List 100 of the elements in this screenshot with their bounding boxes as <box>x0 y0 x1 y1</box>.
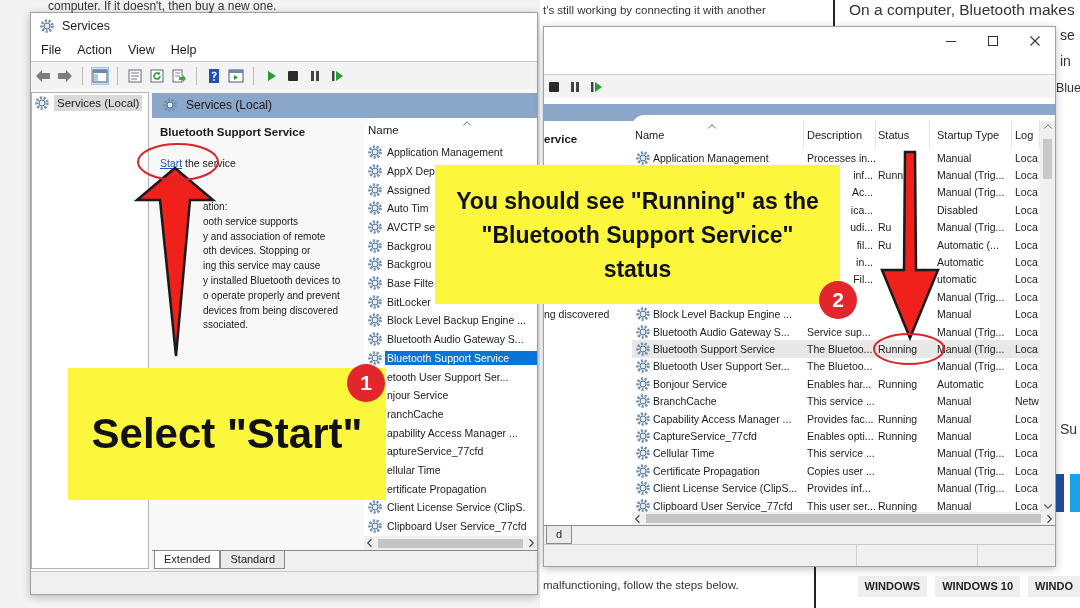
service-item[interactable]: Bluetooth User Support Ser... <box>653 360 790 373</box>
description-text: y installed Bluetooth devices to <box>203 273 342 288</box>
service-item[interactable]: Auto Tim <box>385 201 431 216</box>
table-cell-text: Loca <box>1014 272 1039 288</box>
service-item[interactable]: etooth User Support Ser... <box>385 369 511 384</box>
help-icon[interactable] <box>206 67 222 84</box>
gear-icon <box>34 95 50 111</box>
refresh-icon[interactable] <box>149 67 165 84</box>
service-item[interactable]: BranchCache <box>653 395 717 408</box>
table-cell-text: Manual (Trig... <box>936 289 1006 305</box>
gear-icon <box>162 97 178 114</box>
tag-link[interactable]: WINDO <box>1028 576 1080 597</box>
service-item[interactable]: Bluetooth Audio Gateway S... <box>385 332 526 347</box>
service-item[interactable]: Application Management <box>653 151 769 164</box>
gear-icon <box>367 312 383 329</box>
service-item[interactable]: Client License Service (ClipS. <box>385 500 528 515</box>
table-cell-text: Loca <box>1014 220 1039 236</box>
horizontal-scrollbar[interactable] <box>632 512 1055 525</box>
forward-arrow-icon[interactable] <box>57 67 73 84</box>
table-cell-text: Loca <box>1014 255 1039 271</box>
service-item[interactable]: aptureService_77cfd <box>385 444 486 459</box>
scroll-thumb[interactable] <box>378 538 523 548</box>
service-item[interactable]: Certificate Propagation <box>653 464 760 477</box>
service-item[interactable]: njour Service <box>385 388 451 403</box>
window-play-icon[interactable] <box>228 67 244 84</box>
column-header[interactable]: Startup Type <box>930 121 1012 149</box>
menu-item[interactable]: Help <box>170 43 197 57</box>
tag-link[interactable]: WINDOWS 10 <box>935 576 1021 597</box>
service-item[interactable]: Assigned <box>385 182 433 197</box>
table-cell-text: Manual <box>936 411 973 427</box>
table-cell-text: in... <box>855 255 874 271</box>
service-item[interactable]: Backgrou <box>385 257 434 272</box>
horizontal-scrollbar[interactable] <box>364 536 537 551</box>
service-item[interactable]: ertificate Propagation <box>385 481 489 496</box>
gear-icon <box>39 18 55 34</box>
table-cell-text: Manual (Trig... <box>936 185 1006 201</box>
description-text: o operate properly and prevent <box>203 288 341 303</box>
table-cell-text: Running <box>877 411 919 427</box>
menu-item[interactable]: File <box>41 43 62 57</box>
table-cell-text: Runn <box>877 168 905 184</box>
table-cell-text: Loca <box>1014 307 1039 323</box>
service-item[interactable]: Application Management <box>385 145 505 160</box>
table-cell-text: Automatic (... <box>936 237 1000 253</box>
pane-title: Services (Local) <box>186 98 273 113</box>
service-item[interactable]: Bluetooth Support Service <box>385 350 537 365</box>
start-link[interactable]: Start <box>160 156 183 169</box>
table-cell-text: Running <box>877 428 919 444</box>
tree-item[interactable]: Services (Local) <box>54 95 143 111</box>
scroll-thumb[interactable] <box>1043 139 1052 179</box>
view-tab[interactable]: Standard <box>220 551 286 570</box>
table-cell-text: Enables har... <box>806 376 873 392</box>
service-item[interactable]: Backgrou <box>385 238 434 253</box>
column-header[interactable]: Name <box>368 124 399 137</box>
view-tab[interactable]: Extended <box>154 551 221 570</box>
service-item[interactable]: ranchCache <box>385 406 446 421</box>
service-item[interactable]: CaptureService_77cfd <box>653 429 757 442</box>
table-cell-text: Manual <box>936 428 973 444</box>
service-item[interactable]: apability Access Manager ... <box>385 425 520 440</box>
service-item[interactable]: Clipboard User Service_77cfd <box>653 499 793 512</box>
gear-icon <box>367 181 383 198</box>
page-text: in <box>1060 53 1072 69</box>
table-cell-text: Loca <box>1014 498 1039 514</box>
service-item[interactable]: AVCTP se <box>385 220 438 235</box>
service-item[interactable]: AppX Dep <box>385 164 437 178</box>
table-cell-text: This service ... <box>806 446 876 462</box>
service-item[interactable]: Base Filte <box>385 276 436 291</box>
scroll-thumb[interactable] <box>646 514 1041 523</box>
service-item[interactable]: Block Level Backup Engine ... <box>653 308 792 321</box>
table-cell-text: Processes in... <box>806 150 876 166</box>
description-text: y and association of remote <box>203 229 327 244</box>
export-list-icon[interactable] <box>171 67 187 84</box>
column-header[interactable]: Status <box>876 121 930 149</box>
service-item[interactable]: ellular Time <box>385 463 443 477</box>
service-item[interactable]: Bonjour Service <box>653 377 728 390</box>
properties-icon[interactable] <box>127 67 143 84</box>
table-cell-text: Manual (Trig... <box>936 446 1006 462</box>
table-cell: Loca <box>1012 340 1040 358</box>
column-header[interactable]: Description <box>804 121 876 149</box>
table-cell-text: Service sup... <box>806 324 872 340</box>
view-tab[interactable]: d <box>546 526 573 544</box>
gear-icon <box>635 410 651 427</box>
vertical-scrollbar[interactable] <box>1040 121 1055 512</box>
service-item[interactable]: Block Level Backup Engine ... <box>385 313 528 328</box>
console-tree-icon[interactable] <box>92 67 108 84</box>
service-item[interactable]: Cellular Time <box>653 447 715 460</box>
service-item[interactable]: BitLocker <box>385 294 433 309</box>
table-cell-text: Loca <box>1014 150 1039 166</box>
service-item[interactable]: Client License Service (ClipS... <box>653 482 798 495</box>
table-cell-text: Provides inf... <box>806 481 872 497</box>
table-cell-text: Disabled <box>936 202 979 218</box>
tag-link[interactable]: WINDOWS <box>857 576 928 597</box>
service-item[interactable]: Bluetooth Audio Gateway S... <box>653 325 790 338</box>
menu-item[interactable]: Action <box>77 43 112 57</box>
table-cell-text: Loca <box>1014 324 1039 340</box>
service-item[interactable]: Clipboard User Service_77cfd <box>385 519 529 534</box>
page-text: Blue <box>1056 80 1080 96</box>
menu-item[interactable]: View <box>127 43 155 57</box>
service-item[interactable]: Capability Access Manager ... <box>653 412 792 425</box>
column-header[interactable]: Name <box>632 121 804 149</box>
maximize-icon[interactable] <box>985 33 1001 49</box>
